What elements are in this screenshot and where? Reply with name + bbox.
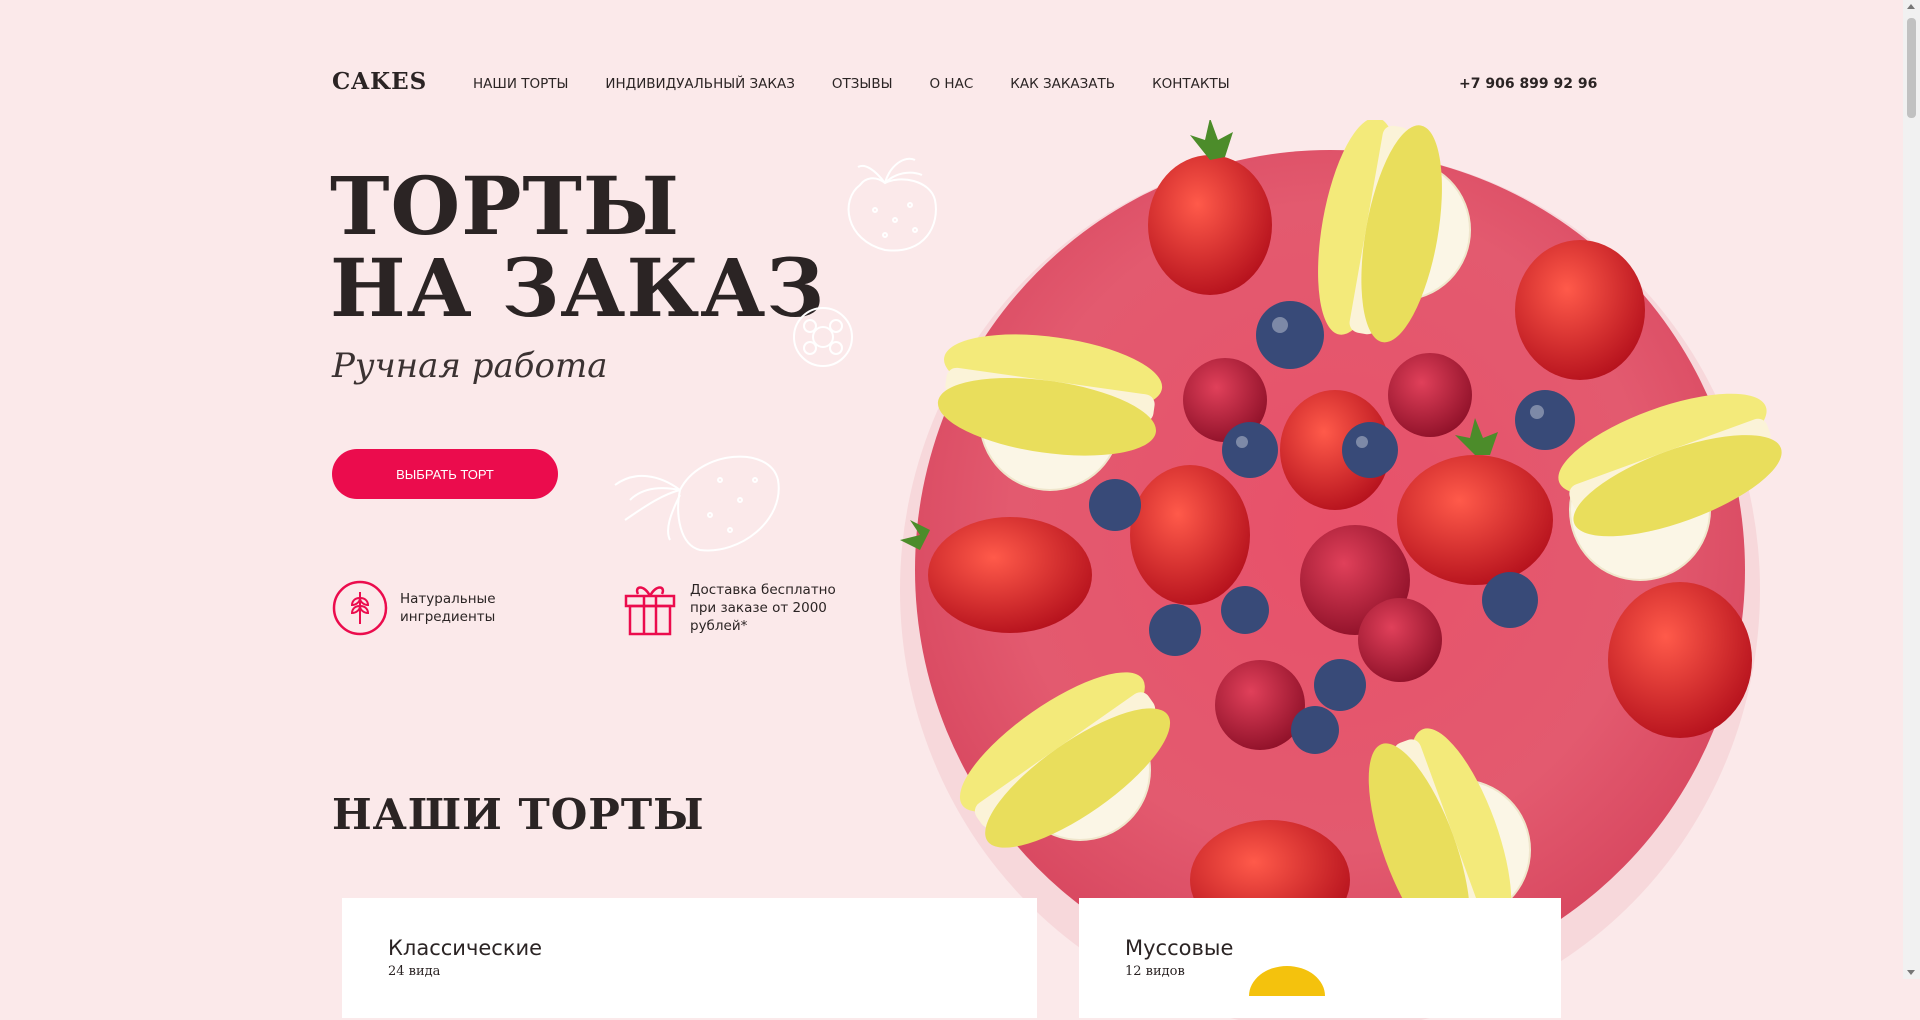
nav-reviews[interactable]: ОТЗЫВЫ <box>832 76 893 92</box>
feature-natural-text: Натуральные ингредиенты <box>400 591 496 625</box>
feature-natural: Натуральные ингредиенты <box>332 580 500 636</box>
hero-title-line2: НА ЗАКАЗ <box>330 241 826 335</box>
cake-thumbnail-icon <box>1249 966 1325 996</box>
card-title: Классические <box>388 936 543 960</box>
card-count: 12 видов <box>1125 964 1185 979</box>
scroll-up-icon[interactable] <box>1907 4 1915 9</box>
main-nav: НАШИ ТОРТЫ ИНДИВИДУАЛЬНЫЙ ЗАКАЗ ОТЗЫВЫ О… <box>473 76 1267 92</box>
card-count: 24 вида <box>388 964 441 979</box>
card-title: Муссовые <box>1125 936 1234 960</box>
hero-title-line1: ТОРТЫ <box>330 159 681 253</box>
section-title: НАШИ ТОРТЫ <box>332 790 705 839</box>
scrollbar-thumb[interactable] <box>1907 18 1916 118</box>
feature-delivery-text: Доставка бесплатно при заказе от 2000 ру… <box>690 582 836 634</box>
nav-our-cakes[interactable]: НАШИ ТОРТЫ <box>473 76 568 92</box>
feature-delivery: Доставка бесплатно при заказе от 2000 ру… <box>622 580 850 636</box>
category-card-classic[interactable]: Классические 24 вида <box>342 898 1037 1018</box>
cake-image <box>900 120 1782 1020</box>
site-logo[interactable]: CAKES <box>332 68 427 95</box>
phone-number[interactable]: +7 906 899 92 96 <box>1459 76 1597 92</box>
nav-individual-order[interactable]: ИНДИВИДУАЛЬНЫЙ ЗАКАЗ <box>605 76 795 92</box>
page-scrollbar[interactable] <box>1903 0 1920 979</box>
nav-contacts[interactable]: КОНТАКТЫ <box>1152 76 1230 92</box>
raspberry-doodle-icon <box>793 307 853 367</box>
wheat-icon <box>332 580 388 636</box>
choose-cake-button[interactable]: ВЫБРАТЬ ТОРТ <box>332 449 558 499</box>
hero-subtitle: Ручная работа <box>332 346 608 386</box>
hero-title: ТОРТЫ НА ЗАКАЗ <box>330 165 825 329</box>
category-card-mousse[interactable]: Муссовые 12 видов <box>1079 898 1561 1018</box>
nav-about[interactable]: О НАС <box>930 76 974 92</box>
gift-icon <box>624 586 676 636</box>
strawberry-doodle-large-icon <box>614 455 780 552</box>
nav-how-to-order[interactable]: КАК ЗАКАЗАТЬ <box>1010 76 1115 92</box>
scroll-down-icon[interactable] <box>1907 970 1915 975</box>
